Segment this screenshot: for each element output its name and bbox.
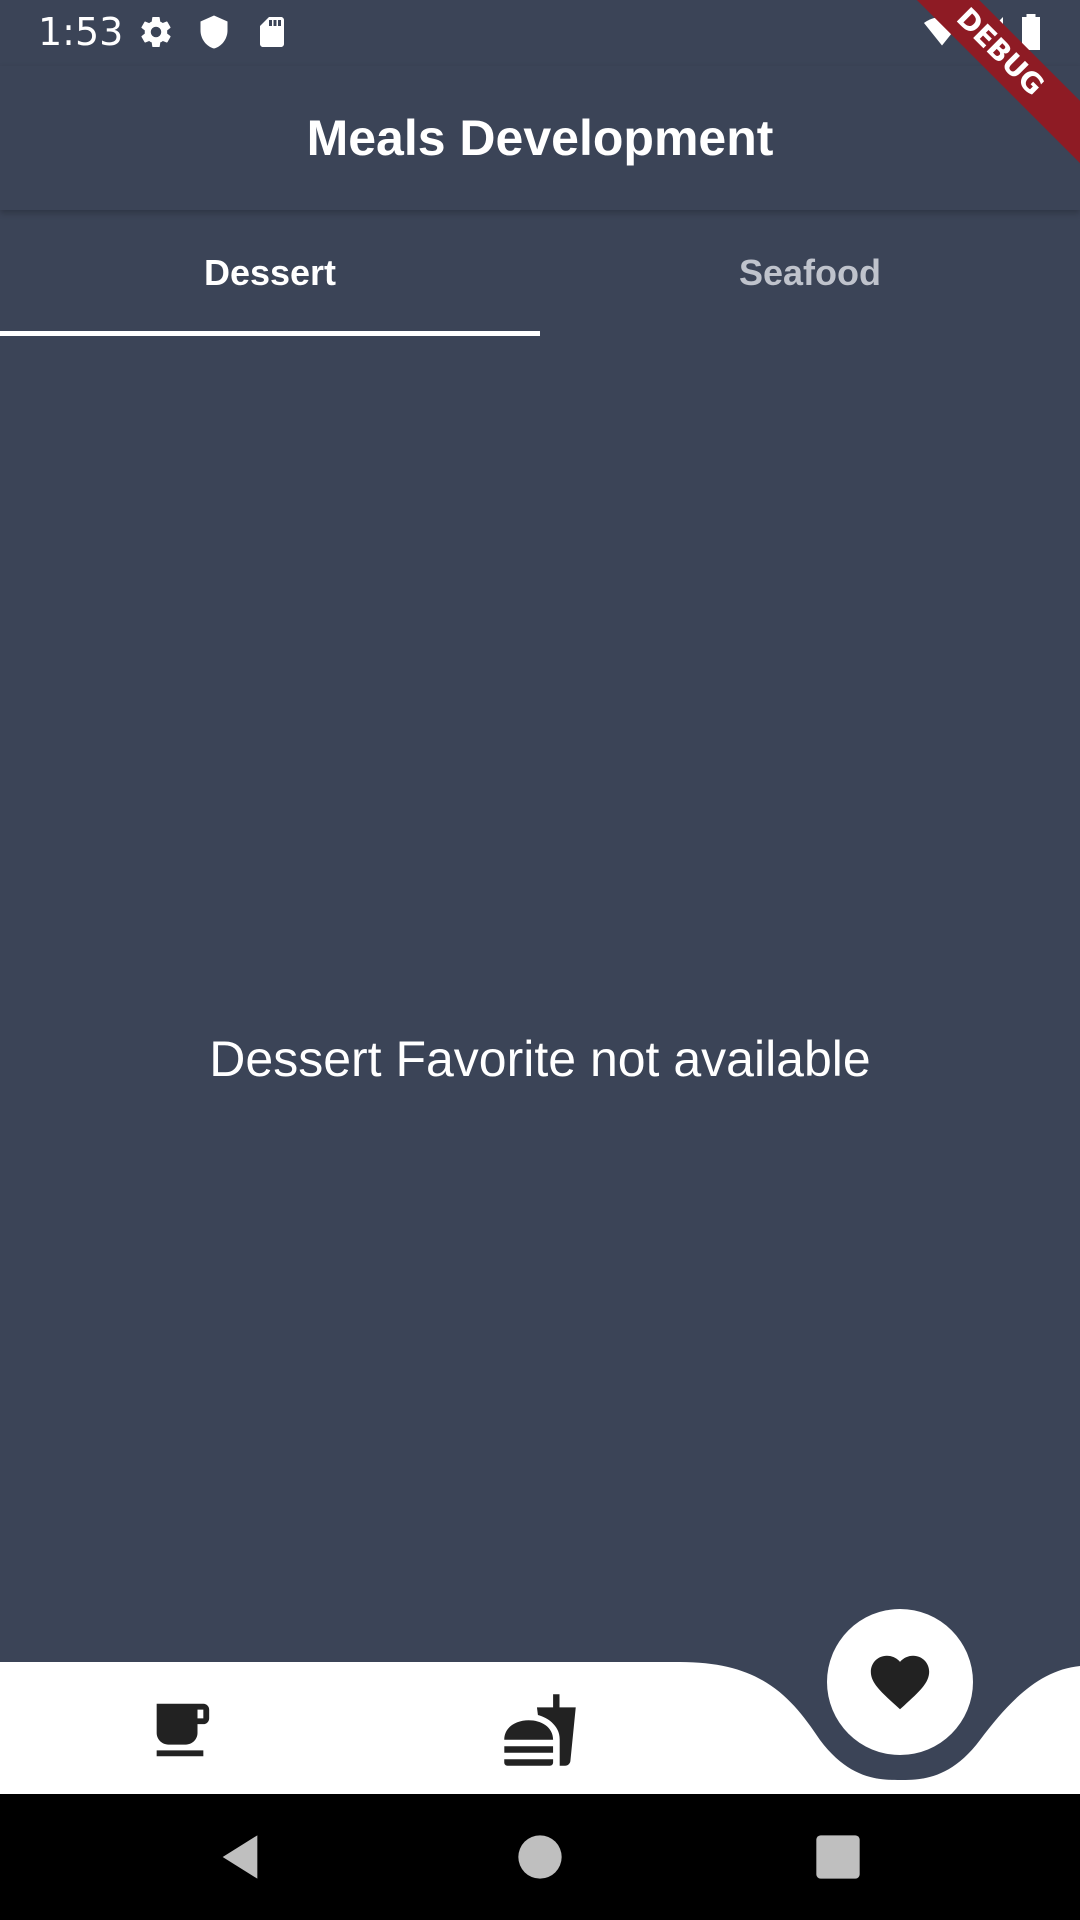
shield-icon	[196, 14, 232, 50]
gear-icon	[138, 14, 174, 50]
heart-icon	[870, 1655, 930, 1710]
nav-item-favorites[interactable]	[827, 1609, 973, 1755]
app-bar: Meals Development	[0, 66, 1080, 210]
back-icon[interactable]	[214, 1831, 266, 1883]
tab-indicator	[0, 331, 540, 336]
home-icon[interactable]	[514, 1831, 566, 1883]
recents-icon[interactable]	[812, 1831, 864, 1883]
status-time: 1:53	[38, 10, 124, 54]
tab-label: Seafood	[738, 252, 881, 293]
tab-dessert[interactable]: Dessert	[0, 210, 540, 336]
tab-seafood[interactable]: Seafood	[540, 210, 1080, 336]
fastfood-icon	[504, 1694, 576, 1766]
page-title: Meals Development	[306, 110, 774, 166]
tab-label: Dessert	[203, 252, 337, 293]
status-bar: 1:53	[0, 0, 1080, 66]
system-navigation-bar	[0, 1794, 1080, 1920]
coffee-cup-icon	[156, 1703, 210, 1757]
sd-card-icon	[254, 14, 290, 50]
nav-item-fastfood[interactable]	[498, 1688, 582, 1772]
tab-bar: Dessert Seafood	[0, 210, 1080, 336]
empty-state-message: Dessert Favorite not available	[209, 1031, 871, 1087]
nav-item-coffee[interactable]	[140, 1690, 220, 1770]
